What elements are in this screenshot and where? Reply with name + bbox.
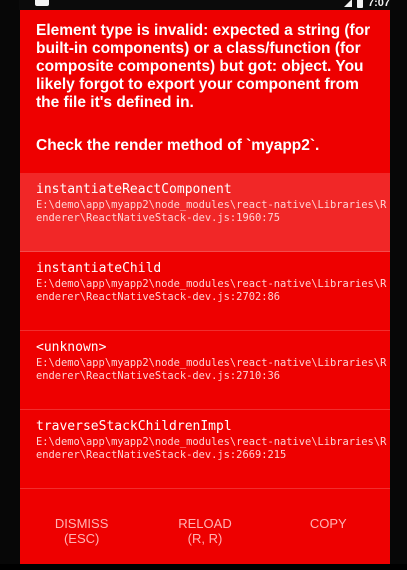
status-indicators: 7:07 — [343, 0, 390, 9]
dismiss-shortcut: (ESC) — [63, 531, 100, 546]
battery-icon — [356, 0, 363, 8]
notification-icon — [35, 0, 49, 6]
stack-trace-list[interactable]: instantiateReactComponent E:\demo\app\my… — [20, 173, 390, 493]
stack-frame-method: traverseStackChildrenImpl — [36, 419, 232, 434]
stack-frame-method: <unknown> — [36, 340, 107, 355]
dismiss-label: DISMISS — [54, 516, 109, 531]
stack-frame[interactable]: <unknown> E:\demo\app\myapp2\node_module… — [20, 331, 390, 410]
bottom-edge — [0, 564, 407, 570]
stack-frame-location: E:\demo\app\myapp2\node_modules\react-na… — [36, 278, 387, 303]
status-bar: 7:07 — [19, 0, 390, 10]
stack-frame-method: instantiateReactComponent — [36, 182, 232, 197]
stack-frame[interactable]: instantiateChild E:\demo\app\myapp2\node… — [20, 252, 390, 331]
error-hint: Check the render method of `myapp2`. — [36, 137, 320, 154]
device-screen: 7:07 Element type is invalid: expected a… — [0, 0, 407, 570]
copy-button[interactable]: COPY — [267, 506, 390, 564]
stack-frame[interactable]: instantiateReactComponent E:\demo\app\my… — [20, 173, 390, 252]
stack-frame-method: instantiateChild — [36, 261, 162, 276]
stack-frame-location: E:\demo\app\myapp2\node_modules\react-na… — [36, 436, 387, 461]
reload-label: RELOAD — [178, 516, 232, 531]
signal-icon — [343, 0, 352, 7]
redbox-error-screen: Element type is invalid: expected a stri… — [20, 10, 390, 564]
stack-frame[interactable]: traverseStackChildrenImpl E:\demo\app\my… — [20, 410, 390, 489]
status-time: 7:07 — [367, 0, 390, 9]
copy-label: COPY — [309, 516, 347, 531]
stack-frame-location: E:\demo\app\myapp2\node_modules\react-na… — [36, 199, 387, 224]
dismiss-button[interactable]: DISMISS (ESC) — [20, 506, 143, 564]
error-message: Element type is invalid: expected a stri… — [36, 22, 371, 111]
redbox-button-bar: DISMISS (ESC) RELOAD (R, R) COPY — [20, 506, 390, 564]
reload-shortcut: (R, R) — [187, 531, 223, 546]
reload-button[interactable]: RELOAD (R, R) — [143, 506, 266, 564]
stack-frame-location: E:\demo\app\myapp2\node_modules\react-na… — [36, 357, 387, 382]
